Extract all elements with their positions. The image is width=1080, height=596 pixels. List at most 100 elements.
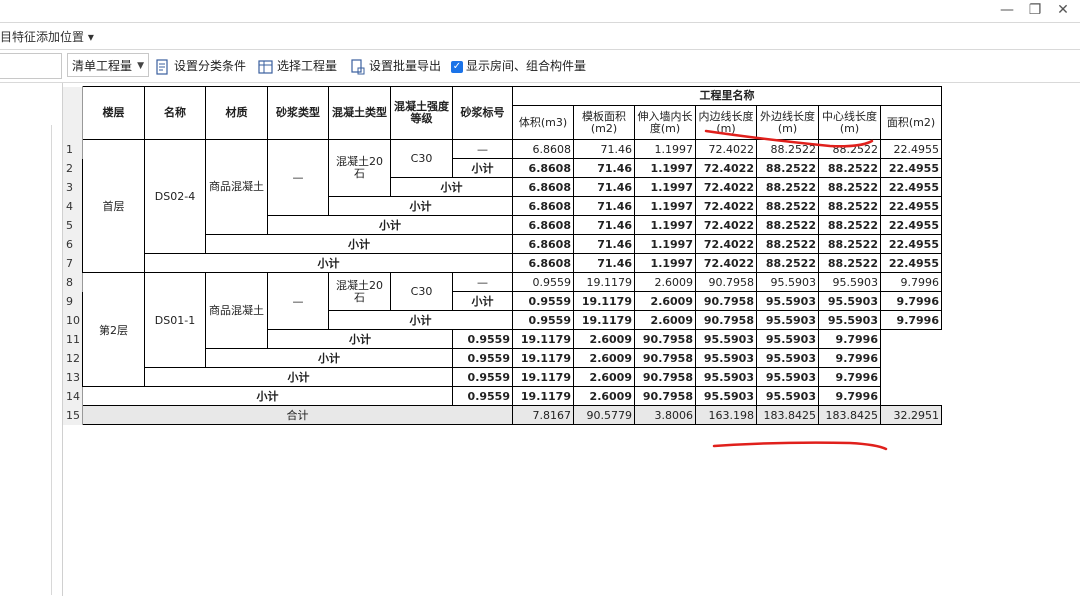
qty-cell: 1.1997 — [634, 158, 696, 178]
total-cell: 7.8167 — [512, 405, 574, 425]
row-number[interactable]: 13 — [63, 367, 83, 387]
qty-cell: 72.4022 — [695, 196, 757, 216]
qty-cell: 95.5903 — [695, 367, 757, 387]
qty-cell: 2.6009 — [634, 272, 696, 292]
qty-cell: 88.2522 — [756, 177, 819, 197]
component-name-cell: DS01-1 — [144, 272, 206, 368]
qty-cell: 88.2522 — [818, 177, 881, 197]
qty-cell: 88.2522 — [818, 196, 881, 216]
qty-cell: 95.5903 — [695, 386, 757, 406]
subtotal-label: 小计 — [328, 310, 513, 330]
qty-cell: 95.5903 — [756, 367, 819, 387]
qty-cell: 90.7958 — [634, 367, 696, 387]
row-number[interactable]: 10 — [63, 310, 83, 330]
set-classify-button[interactable]: 设置分类条件 — [155, 55, 246, 77]
qty-cell: 72.4022 — [695, 139, 757, 159]
mortar-mark-cell: — — [452, 272, 513, 292]
qty-cell: 2.6009 — [634, 310, 696, 330]
feature-position-dropdown[interactable]: 目特征添加位置 ▾ — [0, 28, 94, 45]
row-number[interactable]: 5 — [63, 215, 83, 235]
qty-cell: 71.46 — [573, 234, 635, 254]
qty-cell: 22.4955 — [880, 177, 942, 197]
col-mortar-type: 砂浆类型 — [267, 86, 329, 140]
close-icon[interactable]: ✕ — [1052, 2, 1074, 18]
col-extend-len: 伸入墙内长度(m) — [634, 105, 696, 140]
row-number[interactable]: 8 — [63, 272, 83, 292]
qty-cell: 88.2522 — [818, 234, 881, 254]
component-name-cell: DS02-4 — [144, 139, 206, 254]
qty-cell: 9.7996 — [880, 272, 942, 292]
qty-cell: 0.9559 — [452, 386, 513, 406]
row-number[interactable]: 4 — [63, 196, 83, 216]
show-rooms-label: 显示房间、组合构件量 — [466, 59, 587, 73]
concrete-type-cell: 混凝土20石 — [328, 272, 391, 311]
row-number[interactable]: 1 — [63, 139, 83, 159]
qty-cell: 72.4022 — [695, 234, 757, 254]
list-settings-icon — [156, 58, 168, 75]
qty-cell: 9.7996 — [818, 348, 881, 368]
qty-cell: 6.8608 — [512, 234, 574, 254]
total-label: 合计 — [82, 405, 513, 425]
qty-cell: 6.8608 — [512, 253, 574, 273]
select-quantity-button[interactable]: 选择工程量 — [258, 55, 337, 77]
total-cell: 183.8425 — [818, 405, 881, 425]
qty-cell: 22.4955 — [880, 139, 942, 159]
subtotal-label: 小计 — [452, 158, 513, 178]
export-icon — [351, 58, 365, 74]
row-number[interactable]: 12 — [63, 348, 83, 368]
concrete-grade-cell: C30 — [390, 139, 453, 178]
minimize-icon[interactable]: — — [996, 2, 1018, 18]
row-number[interactable]: 14 — [63, 386, 83, 406]
feature-position-bar: 目特征添加位置 ▾ — [0, 22, 1080, 50]
qty-cell: 9.7996 — [818, 329, 881, 349]
qty-cell: 1.1997 — [634, 234, 696, 254]
qty-cell: 6.8608 — [512, 177, 574, 197]
row-number[interactable]: 11 — [63, 329, 83, 349]
row-number[interactable]: 3 — [63, 177, 83, 197]
qty-cell: 1.1997 — [634, 215, 696, 235]
subtotal-label: 小计 — [205, 234, 513, 254]
subtotal-label: 小计 — [144, 253, 513, 273]
qty-cell: 71.46 — [573, 177, 635, 197]
qty-cell: 2.6009 — [573, 367, 635, 387]
left-tree-panel — [0, 83, 63, 596]
col-volume: 体积(m3) — [512, 105, 574, 140]
title-bar: — ❐ ✕ — [0, 0, 1080, 22]
qty-cell: 9.7996 — [880, 291, 942, 311]
qty-cell: 95.5903 — [756, 310, 819, 330]
quantity-mode-select[interactable]: 清单工程量 ▼ — [67, 53, 149, 77]
col-name: 名称 — [144, 86, 206, 140]
batch-export-button[interactable]: 设置批量导出 — [350, 55, 441, 77]
subtotal-label: 小计 — [267, 215, 513, 235]
qty-cell: 22.4955 — [880, 253, 942, 273]
row-number[interactable]: 9 — [63, 291, 83, 311]
qty-cell: 90.7958 — [634, 386, 696, 406]
row-number[interactable]: 15 — [63, 405, 83, 425]
qty-cell: 71.46 — [573, 139, 635, 159]
restore-icon[interactable]: ❐ — [1024, 2, 1046, 18]
left-search-input[interactable] — [0, 53, 62, 79]
row-number[interactable]: 6 — [63, 234, 83, 254]
subtotal-label: 小计 — [267, 329, 453, 349]
row-header-corner — [63, 86, 83, 140]
report-toolbar: 清单工程量 ▼ 设置分类条件 选择工程量 设置批量导出 ✓ 显示房间、组合构件量 — [0, 50, 1080, 83]
qty-cell: 90.7958 — [695, 272, 757, 292]
mortar-mark-cell: — — [452, 139, 513, 159]
qty-cell: 88.2522 — [818, 158, 881, 178]
qty-cell: 19.1179 — [512, 386, 574, 406]
show-rooms-checkbox[interactable]: ✓ 显示房间、组合构件量 — [451, 55, 586, 77]
qty-cell: 72.4022 — [695, 158, 757, 178]
select-quantity-label: 选择工程量 — [277, 59, 338, 73]
qty-cell: 95.5903 — [756, 291, 819, 311]
qty-cell: 90.7958 — [634, 348, 696, 368]
row-number[interactable]: 7 — [63, 253, 83, 273]
row-number[interactable]: 2 — [63, 158, 83, 178]
qty-cell: 88.2522 — [756, 215, 819, 235]
total-cell: 163.198 — [695, 405, 757, 425]
floor-cell: 首层 — [82, 139, 145, 273]
total-cell: 3.8006 — [634, 405, 696, 425]
floor-cell: 第2层 — [82, 272, 145, 387]
qty-cell: 1.1997 — [634, 253, 696, 273]
qty-cell: 0.9559 — [512, 291, 574, 311]
qty-cell: 95.5903 — [756, 348, 819, 368]
